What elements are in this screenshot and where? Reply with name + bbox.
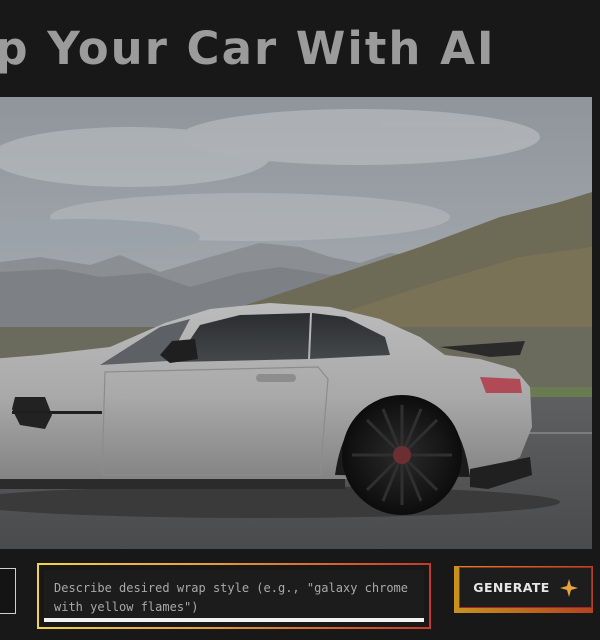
generate-button-face: GENERATE xyxy=(459,567,592,608)
generate-button[interactable]: GENERATE xyxy=(454,566,593,613)
car-side-trim xyxy=(12,411,102,414)
prompt-frame xyxy=(37,563,431,629)
car-tail-light xyxy=(480,377,522,393)
car-rocker xyxy=(0,479,345,489)
app-root: Wrap Your Car With AI xyxy=(0,0,600,640)
wrap-style-input[interactable] xyxy=(54,579,424,619)
car-hero-image xyxy=(0,97,592,549)
car-door-handle xyxy=(256,374,296,382)
prompt-field-container xyxy=(44,570,424,622)
page-title: Wrap Your Car With AI xyxy=(0,22,496,75)
sparkle-icon xyxy=(559,578,578,597)
car-brake-caliper xyxy=(393,446,411,464)
previous-thumbnail-button[interactable] xyxy=(0,568,16,614)
car-photo xyxy=(0,97,592,549)
generate-button-label: GENERATE xyxy=(473,580,550,595)
